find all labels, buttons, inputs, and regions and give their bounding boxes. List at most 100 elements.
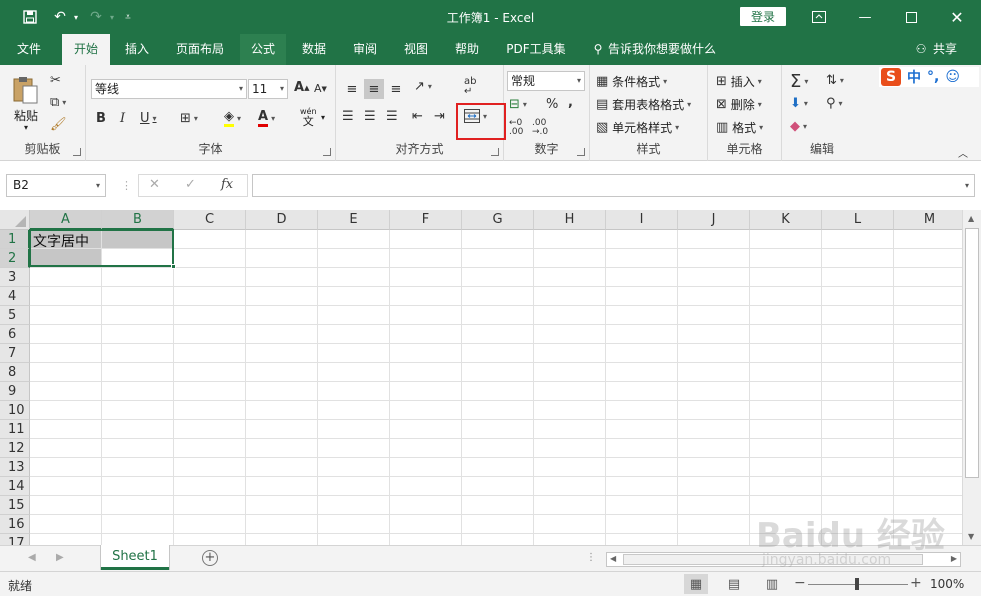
vertical-scrollbar[interactable]: ▲ ▼ [962,210,981,545]
sheet-tab[interactable]: Sheet1 [101,545,169,570]
zoom-out-icon[interactable]: − [794,575,806,591]
column-header[interactable]: L [822,210,894,230]
increase-font-icon[interactable]: A ▲ [294,80,309,95]
format-cells-button[interactable]: ▥ 格式 ▾ [716,119,763,136]
clipboard-launcher-icon[interactable] [73,148,81,156]
scroll-right-icon[interactable]: ▶ [951,554,957,563]
tab-home[interactable]: 开始 [62,34,110,65]
row-header[interactable]: 5 [0,306,30,325]
tab-data[interactable]: 数据 [294,34,334,65]
decrease-decimal-icon[interactable]: .00 →.0 [532,119,548,137]
row-header[interactable]: 12 [0,439,30,458]
collapse-ribbon-icon[interactable]: ︿ [958,145,968,160]
tell-me-search[interactable]: 告诉我你想要做什么 [608,34,720,65]
undo-dropdown-icon[interactable]: ▾ [66,7,86,27]
zoom-level[interactable]: 100% [930,577,964,591]
align-middle-icon[interactable]: ≡ [364,79,384,99]
decrease-font-icon[interactable]: A ▼ [314,82,327,95]
column-header[interactable]: E [318,210,390,230]
format-as-table-button[interactable]: ▤ 套用表格格式 ▾ [596,96,691,113]
phonetic-dropdown-icon[interactable]: ▾ [321,113,325,122]
ime-mode[interactable]: 中 [907,67,921,87]
cell-styles-button[interactable]: ▧ 单元格样式 ▾ [596,119,679,136]
paste-dropdown-icon[interactable]: ▾ [24,123,28,132]
font-launcher-icon[interactable] [323,148,331,156]
tab-split-handle-icon[interactable]: ⋮ [586,552,596,563]
tab-insert[interactable]: 插入 [116,34,158,65]
row-header[interactable]: 15 [0,496,30,515]
customize-qat-icon[interactable]: ⩡ [118,7,138,27]
column-header[interactable]: C [174,210,246,230]
increase-indent-icon[interactable]: ⇥ [434,109,445,124]
number-format-combo[interactable]: 常规 ▾ [507,71,585,91]
row-header[interactable]: 9 [0,382,30,401]
scroll-left-icon[interactable]: ◀ [610,554,616,563]
number-launcher-icon[interactable] [577,148,585,156]
ribbon-display-icon[interactable] [796,0,842,34]
add-sheet-icon[interactable]: + [202,550,218,566]
tab-file[interactable]: 文件 [8,34,50,65]
paste-button[interactable]: 粘贴 [14,107,38,124]
font-name-combo[interactable]: 等线 ▾ [91,79,247,99]
bold-icon[interactable]: B [96,111,106,126]
phonetic-icon[interactable]: wén 文 [300,107,317,127]
column-header[interactable]: H [534,210,606,230]
cancel-icon[interactable]: ✕ [149,177,160,192]
row-header[interactable]: 4 [0,287,30,306]
column-header[interactable]: B [102,210,174,230]
font-color-icon[interactable]: A ▾ [258,109,275,127]
percent-style-button[interactable]: % [546,97,558,112]
align-top-icon[interactable]: ≡ [342,79,362,99]
column-header[interactable]: K [750,210,822,230]
row-header[interactable]: 11 [0,420,30,439]
select-all-corner[interactable] [0,210,30,230]
next-sheet-icon[interactable]: ▶ [56,552,64,563]
horizontal-scroll-thumb[interactable] [623,554,923,565]
close-icon[interactable]: ✕ [934,0,980,34]
font-size-combo[interactable]: 11 ▾ [248,79,288,99]
zoom-in-icon[interactable]: + [910,575,922,591]
copy-icon[interactable]: ⧉ ▾ [50,95,66,110]
delete-cells-button[interactable]: ⊠ 删除 ▾ [716,96,762,113]
accounting-format-icon[interactable]: ⊟ ▾ [509,97,527,112]
tab-formulas[interactable]: 公式 [240,34,286,65]
find-select-icon[interactable]: ⚲ ▾ [826,96,843,111]
tab-help[interactable]: 帮助 [446,34,488,65]
page-break-view-icon[interactable]: ▥ [760,574,784,594]
login-button[interactable]: 登录 [740,7,786,26]
borders-icon[interactable]: ⊞ ▾ [180,111,198,126]
maximize-icon[interactable] [888,0,934,34]
conditional-formatting-button[interactable]: ▦ 条件格式 ▾ [596,73,667,90]
align-center-icon[interactable]: ☰ [364,109,376,124]
tab-pdf-tools[interactable]: PDF工具集 [498,34,574,65]
ime-emoji-icon[interactable]: ☺ [945,69,960,85]
worksheet-grid[interactable]: A B C D E F G H I J K L M 1 2 3 4 5 6 7 8 9 10 11 12 13 14 15 16 17 文字… [0,210,962,545]
vertical-scroll-thumb[interactable] [965,228,979,478]
column-header[interactable]: D [246,210,318,230]
normal-view-icon[interactable]: ▦ [684,574,708,594]
tab-view[interactable]: 视图 [396,34,436,65]
row-header[interactable]: 3 [0,268,30,287]
column-header[interactable]: M [894,210,962,230]
row-header[interactable]: 16 [0,515,30,534]
format-painter-icon[interactable]: 🖌 [50,117,67,132]
decrease-indent-icon[interactable]: ⇤ [412,109,423,124]
row-header[interactable]: 7 [0,344,30,363]
formula-input[interactable]: ▾ [252,174,975,197]
minimize-icon[interactable]: — [842,0,888,34]
prev-sheet-icon[interactable]: ◀ [28,552,36,563]
insert-function-button[interactable]: fx [221,177,233,192]
page-layout-view-icon[interactable]: ▤ [722,574,746,594]
column-header[interactable]: J [678,210,750,230]
align-right-icon[interactable]: ☰ [386,109,398,124]
alignment-launcher-icon[interactable] [491,148,499,156]
save-icon[interactable] [20,7,40,27]
paste-icon[interactable] [12,75,42,105]
row-header[interactable]: 13 [0,458,30,477]
row-header[interactable]: 17 [0,534,30,545]
zoom-slider-thumb[interactable] [855,578,859,590]
column-header[interactable]: F [390,210,462,230]
italic-icon[interactable]: I [120,111,125,126]
horizontal-scrollbar[interactable]: ◀ ▶ [606,552,961,567]
scroll-down-icon[interactable]: ▼ [968,532,974,541]
